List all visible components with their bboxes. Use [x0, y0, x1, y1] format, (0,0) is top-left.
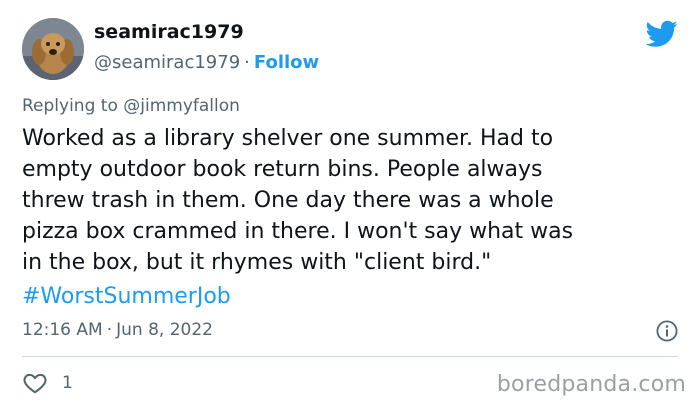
reply-mention[interactable]: @jimmyfallon: [123, 96, 240, 116]
avatar-dog-image: [22, 18, 84, 80]
tweet-timestamp[interactable]: 12:16 AM · Jun 8, 2022: [22, 318, 213, 342]
handle-line: @seamirac1979 · Follow: [94, 50, 319, 76]
tweet-header: seamirac1979 @seamirac1979 · Follow: [22, 18, 682, 82]
separator-dot: ·: [106, 320, 113, 340]
watermark: boredpanda.com: [496, 372, 686, 397]
reply-prefix: Replying to: [22, 96, 124, 116]
user-handle[interactable]: @seamirac1979: [94, 52, 240, 73]
twitter-bird-icon[interactable]: [646, 20, 678, 48]
separator-dot: ·: [244, 52, 250, 73]
display-name[interactable]: seamirac1979: [94, 20, 319, 44]
reply-context: Replying to @jimmyfallon: [22, 94, 240, 118]
like-action[interactable]: 1: [22, 368, 73, 398]
tweet-time: 12:16 AM: [22, 320, 103, 340]
avatar[interactable]: [22, 18, 84, 80]
tweet-text: Worked as a library shelver one summer. …: [22, 126, 574, 275]
like-count: 1: [62, 373, 73, 393]
user-names: seamirac1979 @seamirac1979 · Follow: [94, 20, 319, 76]
heart-icon[interactable]: [22, 370, 48, 396]
tweet-date: Jun 8, 2022: [116, 320, 213, 340]
hashtag-link[interactable]: #WorstSummerJob: [22, 281, 231, 312]
follow-button[interactable]: Follow: [254, 52, 319, 73]
info-icon[interactable]: [656, 320, 678, 342]
divider: [22, 356, 678, 357]
